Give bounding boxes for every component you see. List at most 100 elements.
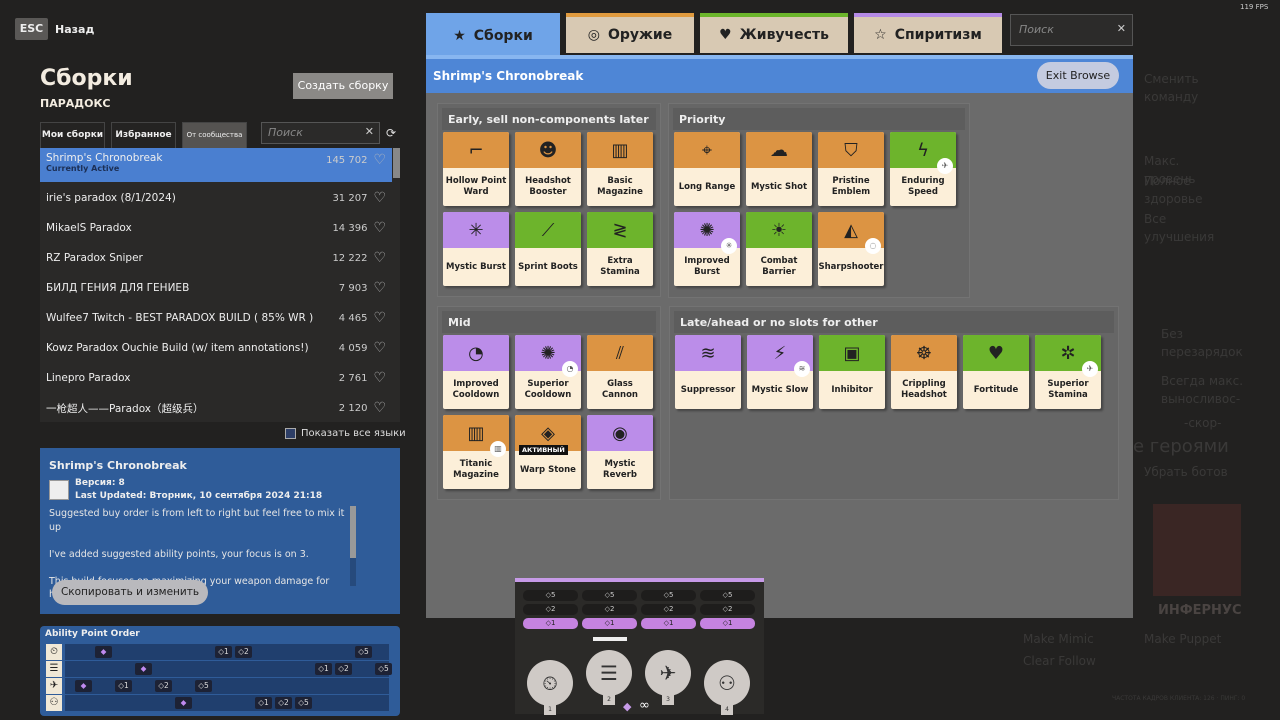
swap-icon: ⚇ [46,695,62,711]
active-badge: АКТИВНЫЙ [519,445,568,455]
tab-builds[interactable]: ★ Сборки [426,13,560,55]
item-icon: ≋ [675,335,741,371]
tab-community[interactable]: От сообщества [182,122,247,149]
refresh-icon[interactable]: ⟳ [386,126,396,140]
heart-icon[interactable]: ♡ [373,250,386,266]
item-card[interactable]: ◈ Warp Stone АКТИВНЫЙ [515,415,581,489]
build-name-wrap: irie's paradox (8/1/2024) [46,192,176,204]
item-card[interactable]: ☻ Headshot Booster [515,132,581,206]
copy-and-edit-button[interactable]: Скопировать и изменить [52,580,208,605]
ability-point-marker: ◇2 [155,680,172,692]
item-card[interactable]: ✳ Mystic Burst [443,212,509,286]
build-list-item[interactable]: Shrimp's Chronobreak Currently Active 145 … [40,148,392,182]
esc-button[interactable]: ESC [15,18,48,40]
version: Версия: 8 [75,478,125,488]
item-card[interactable]: ◉ Mystic Reverb [587,415,653,489]
ability-slot-1[interactable]: ⏲ 1 [527,660,573,715]
build-search-input[interactable]: Поиск ✕ [261,122,380,144]
list-scrollbar[interactable] [393,148,400,178]
item-section: Mid ◔ Improved Cooldown ✺ Superior Cooldown ◔… [437,306,661,500]
ability-point-marker: ◇1 [255,697,272,709]
heart-icon[interactable]: ♡ [373,220,386,236]
item-name: Pristine Emblem [831,176,871,197]
heart-icon[interactable]: ♡ [373,310,386,326]
build-list-item[interactable]: Linepro Paradox 2 761 ♡ [40,363,392,393]
speed: -скор- [1184,416,1222,430]
build-list-item[interactable]: 一枪超人——Paradox（超级兵） 2 120 ♡ [40,393,392,423]
clear-icon[interactable]: ✕ [1117,22,1126,35]
build-list-item[interactable]: Kowz Paradox Ouchie Build (w/ item annot… [40,333,392,363]
section-title: Late/ahead or no slots for other [674,311,1114,333]
search-placeholder: Поиск [1019,23,1054,36]
tab-favorites[interactable]: Избранное [111,122,176,149]
item-card[interactable]: ☀ Combat Barrier [746,212,812,286]
page-title: Сборки [40,66,133,91]
item-search-input[interactable]: Поиск ✕ [1010,14,1133,46]
build-list-item[interactable]: MikaelS Paradox 14 396 ♡ [40,213,392,243]
ability-point-marker: ◇5 [355,646,372,658]
upgrade-badge-icon: ✳ [721,238,737,254]
build-name: Shrimp's Chronobreak [46,152,163,164]
ability-slot-4[interactable]: ⚇ 4 [704,660,750,715]
item-card[interactable]: ✺ Improved Burst ✳ [674,212,740,286]
heart-icon[interactable]: ♡ [373,400,386,416]
tab-my-builds[interactable]: Мои сборки [40,122,105,149]
item-card[interactable]: ⫽ Glass Cannon [587,335,653,409]
build-list-item[interactable]: RZ Paradox Sniper 12 222 ♡ [40,243,392,273]
create-build-button[interactable]: Создать сборку [293,73,393,99]
item-card[interactable]: ✺ Superior Cooldown ◔ [515,335,581,409]
item-card[interactable]: ▣ Inhibitor [819,335,885,409]
back-link[interactable]: Назад [55,23,94,36]
heart-icon[interactable]: ♡ [373,152,386,168]
item-card[interactable]: ♥ Fortitude [963,335,1029,409]
item-card[interactable]: ≋ Suppressor [675,335,741,409]
all-upgrades: Все улучшения [1144,212,1215,244]
wall-icon: ☰ [600,661,618,685]
no-cooldowns: Без перезарядок [1161,327,1243,359]
item-card[interactable]: ⌖ Long Range [674,132,740,206]
client-stats: ЧАСТОТА КАДРОВ КЛИЕНТА: 126 · ПИНГ: 0 [1112,695,1246,702]
build-name: 一枪超人——Paradox（超级兵） [46,402,204,415]
spirit-icon: ☆ [874,27,887,43]
item-card[interactable]: ≷ Extra Stamina [587,212,653,286]
item-card[interactable]: ☸ Crippling Headshot [891,335,957,409]
build-list-item[interactable]: БИЛД ГЕНИЯ ДЛЯ ГЕНИЕВ 7 903 ♡ [40,273,392,303]
section-title: Early, sell non-components later [442,108,656,130]
ability-slot-2[interactable]: ☰ 2 [586,650,632,705]
tab-vitality[interactable]: ♥ Живучесть [700,13,848,53]
tab-weapon[interactable]: ◎ Оружие [566,13,694,53]
item-card[interactable]: ⛉ Pristine Emblem [818,132,884,206]
item-card[interactable]: ϟ Enduring Speed ✈ [890,132,956,206]
ability-slot-3[interactable]: ✈ 3 [645,650,691,705]
heart-icon[interactable]: ♡ [373,370,386,386]
item-card[interactable]: ◭ Sharpshooter ◌ [818,212,884,286]
item-card[interactable]: ◔ Improved Cooldown [443,335,509,409]
build-name: Wulfee7 Twitch - BEST PARADOX BUILD ( 85… [46,312,314,324]
build-list-item[interactable]: Wulfee7 Twitch - BEST PARADOX BUILD ( 85… [40,303,392,333]
item-card[interactable]: ▥ Titanic Magazine ▥ [443,415,509,489]
item-card[interactable]: ☁ Mystic Shot [746,132,812,206]
item-card[interactable]: ⌐ Hollow Point Ward [443,132,509,206]
item-card[interactable]: ✲ Superior Stamina ✈ [1035,335,1101,409]
tab-label: Оружие [607,27,673,43]
item-name: Extra Stamina [600,256,640,277]
ability-level-pill: ◇5 [523,590,578,601]
tab-spirit[interactable]: ☆ Спиритизм [854,13,1002,53]
ability-level-pill: ◇5 [641,590,696,601]
description-scrollbar[interactable] [350,506,356,586]
heart-icon[interactable]: ♡ [373,280,386,296]
show-all-languages-checkbox[interactable] [285,428,296,439]
build-name-wrap: Kowz Paradox Ouchie Build (w/ item annot… [46,342,309,354]
star-icon: ★ [453,28,466,44]
clear-icon[interactable]: ✕ [365,125,374,138]
heart-icon[interactable]: ♡ [373,340,386,356]
heart-icon[interactable]: ♡ [373,190,386,206]
item-card[interactable]: ⟋ Sprint Boots [515,212,581,286]
build-list-item[interactable]: irie's paradox (8/1/2024) 31 207 ♡ [40,183,392,213]
item-card[interactable]: ⚡ Mystic Slow ≋ [747,335,813,409]
item-name: Warp Stone [520,464,576,475]
build-name: irie's paradox (8/1/2024) [46,192,176,204]
exit-browse-button[interactable]: Exit Browse [1037,62,1119,89]
item-icon: ⛉ [818,132,884,168]
item-card[interactable]: ▥ Basic Magazine [587,132,653,206]
